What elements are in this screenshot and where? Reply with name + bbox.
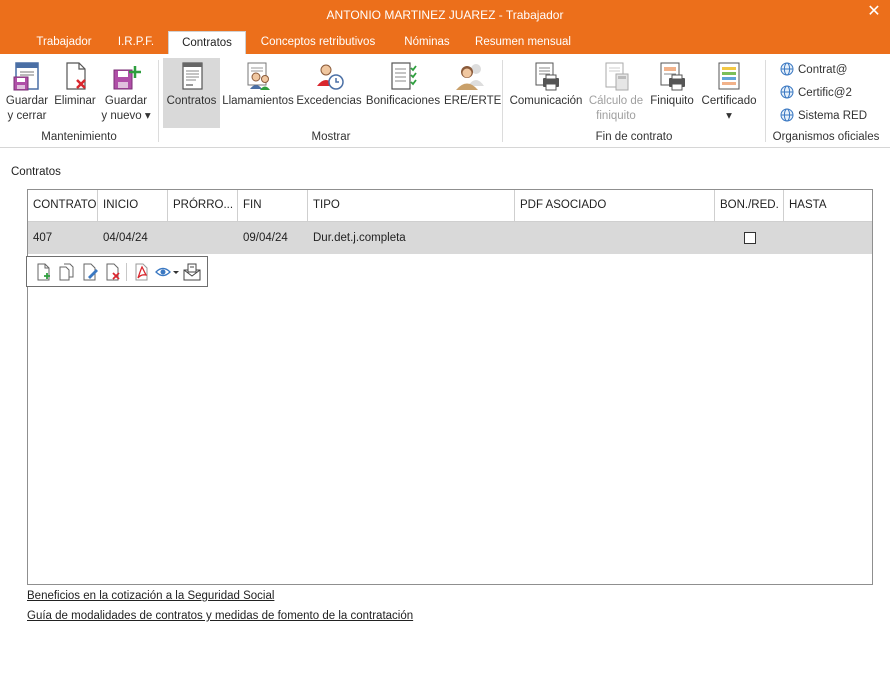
cell-prorroga — [168, 222, 238, 254]
excedencias-button[interactable]: Excedencias — [296, 58, 362, 128]
view-icon[interactable] — [155, 263, 179, 281]
beneficios-link[interactable]: Beneficios en la cotización a la Segurid… — [27, 590, 274, 602]
calculo-finiquito-label-2: finiquito — [596, 110, 636, 122]
person-icon — [456, 64, 484, 90]
eliminar-button[interactable]: Eliminar — [52, 58, 98, 128]
section-title: Contratos — [11, 166, 61, 178]
title-bar: ANTONIO MARTINEZ JUAREZ - Trabajador ✕ — [0, 0, 890, 30]
certificado-dropdown-arrow: ▾ — [726, 110, 732, 122]
column-header-bon-red[interactable]: BON./RED. — [715, 190, 784, 221]
column-header-fin[interactable]: FIN — [238, 190, 308, 221]
group-label-fin-contrato: Fin de contrato — [595, 131, 673, 143]
contrata-label: Contrat@ — [798, 64, 848, 76]
sistema-red-link[interactable]: Sistema RED — [780, 108, 867, 126]
column-header-hasta[interactable]: HASTA — [784, 190, 872, 221]
calculator-doc-icon — [605, 62, 629, 91]
person-clock-icon — [317, 64, 344, 90]
column-header-inicio[interactable]: INICIO — [98, 190, 168, 221]
tab-nominas[interactable]: Nóminas — [394, 31, 460, 54]
tab-contratos[interactable]: Contratos — [168, 31, 246, 54]
globe-icon — [780, 85, 794, 99]
calculo-finiquito-label-1: Cálculo de — [588, 95, 644, 107]
certificate-icon — [718, 62, 740, 90]
people-doc-icon — [247, 62, 270, 90]
llamamientos-button[interactable]: Llamamientos — [222, 58, 294, 128]
email-icon[interactable] — [183, 263, 201, 281]
guia-modalidades-link[interactable]: Guía de modalidades de contratos y medid… — [27, 610, 413, 622]
cell-inicio: 04/04/24 — [103, 232, 148, 244]
llamamientos-label: Llamamientos — [222, 95, 294, 107]
column-header-tipo[interactable]: TIPO — [308, 190, 515, 221]
cell-hasta — [784, 222, 872, 254]
comunicacion-label: Comunicación — [509, 95, 583, 107]
close-icon[interactable]: ✕ — [866, 4, 882, 20]
guardar-cerrar-label-2: y cerrar — [7, 110, 47, 122]
save-new-icon — [113, 66, 141, 90]
guardar-nuevo-button[interactable]: Guardar y nuevo ▾ — [100, 58, 152, 128]
tab-resumen-mensual[interactable]: Resumen mensual — [468, 31, 578, 54]
column-header-pdf-asociado[interactable]: PDF ASOCIADO — [515, 190, 715, 221]
certificado-button[interactable]: Certificado ▾ — [698, 58, 760, 128]
globe-icon — [780, 108, 794, 122]
delete-doc-icon[interactable] — [104, 263, 122, 281]
table-header: CONTRATO INICIO PRÓRRO... FIN TIPO PDF A… — [28, 190, 872, 222]
group-separator — [502, 60, 503, 142]
bon-red-checkbox[interactable] — [744, 232, 756, 244]
guardar-cerrar-button[interactable]: Guardar y cerrar — [4, 58, 50, 128]
certifica2-label: Certific@2 — [798, 87, 852, 99]
comunicacion-button[interactable]: Comunicación — [508, 58, 584, 128]
contract-doc-icon — [181, 62, 203, 90]
copy-doc-icon[interactable] — [58, 263, 76, 281]
ere-erte-label: ERE/ERTE — [444, 95, 502, 107]
group-separator — [765, 60, 766, 142]
group-label-mantenimiento: Mantenimiento — [41, 131, 117, 143]
bonificaciones-button[interactable]: Bonificaciones — [364, 58, 442, 128]
cell-pdf-asociado — [515, 222, 715, 254]
guardar-nuevo-label-1: Guardar — [104, 95, 148, 107]
tab-irpf[interactable]: I.R.P.F. — [108, 31, 164, 54]
contratos-label: Contratos — [166, 95, 217, 107]
group-label-organismos: Organismos oficiales — [772, 131, 880, 143]
sistema-red-label: Sistema RED — [798, 110, 868, 122]
pdf-icon[interactable] — [133, 263, 151, 281]
calculo-finiquito-button[interactable]: Cálculo de finiquito — [586, 58, 646, 128]
finiquito-button[interactable]: Finiquito — [648, 58, 696, 128]
guardar-nuevo-label-2: y nuevo ▾ — [101, 110, 151, 122]
row-toolbar — [26, 256, 208, 287]
cell-tipo: Dur.det.j.completa — [313, 232, 406, 244]
contratos-button[interactable]: Contratos — [163, 58, 220, 128]
tab-bar: Trabajador I.R.P.F. Contratos Conceptos … — [0, 30, 890, 54]
contracts-table: CONTRATO INICIO PRÓRRO... FIN TIPO PDF A… — [27, 189, 873, 585]
edit-doc-icon[interactable] — [81, 263, 99, 281]
cell-contrato: 407 — [33, 232, 53, 244]
eliminar-label: Eliminar — [54, 95, 96, 107]
print-doc-icon — [660, 62, 685, 91]
group-label-mostrar: Mostrar — [311, 131, 351, 143]
contrata-link[interactable]: Contrat@ — [780, 62, 847, 80]
window-title: ANTONIO MARTINEZ JUAREZ - Trabajador — [326, 8, 564, 22]
group-separator — [158, 60, 159, 142]
column-header-contrato[interactable]: CONTRATO — [28, 190, 98, 221]
save-close-icon — [13, 62, 39, 91]
certificado-label: Certificado — [701, 95, 757, 107]
guardar-cerrar-label-1: Guardar — [5, 95, 49, 107]
tab-conceptos-retributivos[interactable]: Conceptos retributivos — [250, 31, 386, 54]
toolbar-separator — [126, 263, 127, 281]
checklist-doc-icon — [391, 62, 417, 90]
globe-icon — [780, 62, 794, 76]
table-row[interactable]: 407 04/04/24 09/04/24 Dur.det.j.completa — [28, 222, 872, 254]
ribbon: Guardar y cerrar Eliminar Guardar y nuev… — [0, 54, 890, 148]
excedencias-label: Excedencias — [296, 95, 362, 107]
bonificaciones-label: Bonificaciones — [365, 95, 441, 107]
tab-trabajador[interactable]: Trabajador — [22, 31, 106, 54]
cell-fin: 09/04/24 — [243, 232, 288, 244]
delete-doc-icon — [66, 62, 86, 90]
ere-erte-button[interactable]: ERE/ERTE — [444, 58, 502, 128]
certifica2-link[interactable]: Certific@2 — [780, 85, 852, 103]
finiquito-label: Finiquito — [650, 95, 694, 107]
print-doc-icon — [535, 62, 559, 91]
column-header-prorroga[interactable]: PRÓRRO... — [168, 190, 238, 221]
new-doc-icon[interactable] — [35, 263, 53, 281]
